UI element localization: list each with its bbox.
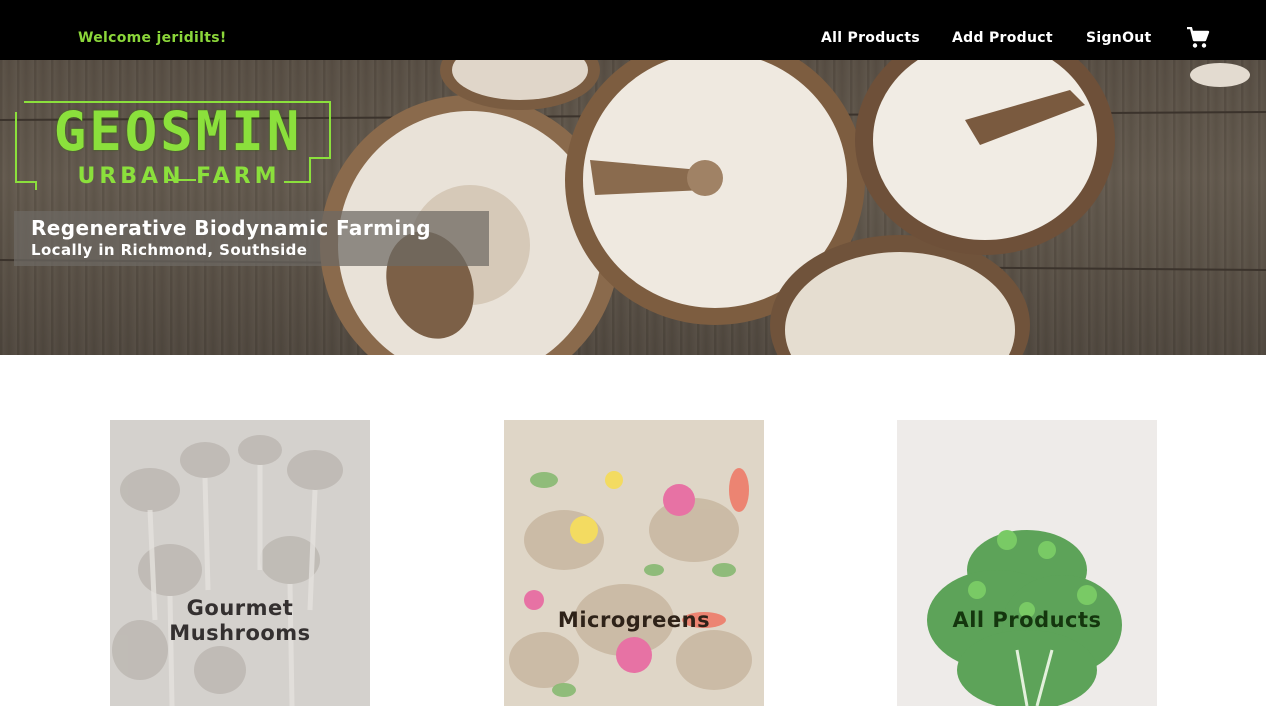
all-products-image [897,420,1157,706]
category-card-all-products[interactable]: All Products [897,420,1157,706]
microgreens-image [504,420,764,706]
tagline-box: Regenerative Biodynamic Farming Locally … [14,211,489,266]
hero-banner: GEOSMIN URBAN FARM Regenerative Biodynam… [0,60,1266,355]
category-card-gourmet-mushrooms[interactable]: Gourmet Mushrooms [110,420,370,706]
hero-subtagline: Locally in Richmond, Southside [31,241,308,259]
nav-add-product-link[interactable]: Add Product [952,30,1053,46]
logo-subtitle: URBAN FARM [77,164,281,189]
category-label-all-products: All Products [952,608,1102,632]
welcome-message: Welcome jeridilts! [78,30,227,46]
geosmin-logo: GEOSMIN URBAN FARM [14,100,334,194]
logo-title: GEOSMIN [53,100,303,163]
category-label-line2: Mushrooms [169,621,311,645]
mushrooms-image [110,420,370,706]
category-label-gourmet-mushrooms: Gourmet Mushrooms [110,596,370,646]
nav-all-products-link[interactable]: All Products [821,30,920,46]
top-navbar: Welcome jeridilts! All Products Add Prod… [0,0,1266,60]
shopping-cart-icon[interactable] [1186,27,1210,49]
nav-signout-link[interactable]: SignOut [1086,30,1152,46]
category-label-microgreens: Microgreens [557,608,711,632]
category-card-microgreens[interactable]: Microgreens [504,420,764,706]
category-label-line1: Gourmet [186,596,294,620]
hero-tagline: Regenerative Biodynamic Farming [31,216,431,240]
